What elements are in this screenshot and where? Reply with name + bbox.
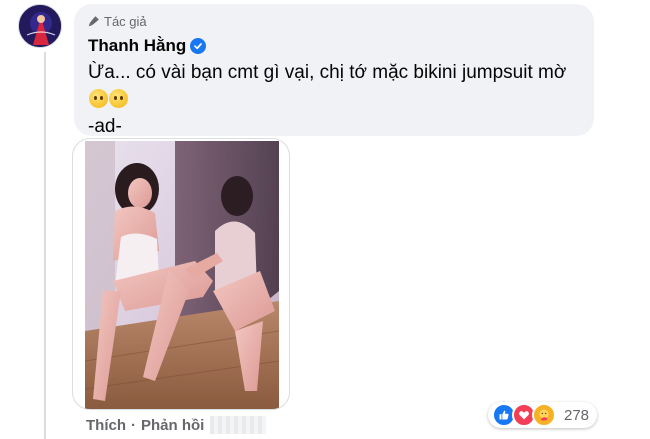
hushed-face-emoji bbox=[109, 89, 128, 108]
reactions-summary[interactable]: 278 bbox=[488, 402, 598, 428]
comment-text: Ừa... có vài bạn cmt gì vại, chị tớ mặc … bbox=[88, 62, 567, 83]
care-icon bbox=[532, 403, 556, 427]
avatar-image bbox=[19, 5, 61, 47]
comment-bubble: Tác giả Thanh Hằng Ừa... có vài bạn cmt … bbox=[74, 4, 594, 137]
comment-photo-attachment[interactable] bbox=[72, 138, 290, 410]
comment-actions: Thích · Phản hồi bbox=[86, 416, 267, 434]
like-link[interactable]: Thích bbox=[86, 417, 126, 434]
comment-thread: Tác giả Thanh Hằng Ừa... có vài bạn cmt … bbox=[0, 0, 650, 439]
timestamp-redacted bbox=[210, 416, 267, 434]
comment-signature: -ad- bbox=[88, 116, 122, 137]
author-badge-label: Tác giả bbox=[104, 13, 147, 29]
author-badge: Tác giả bbox=[88, 12, 582, 30]
comment-body: Ừa... có vài bạn cmt gì vại, chị tớ mặc … bbox=[88, 59, 582, 140]
thread-connector-line bbox=[44, 52, 46, 439]
author-name[interactable]: Thanh Hằng bbox=[88, 36, 186, 56]
microphone-icon bbox=[88, 16, 99, 27]
hushed-face-emoji bbox=[89, 89, 108, 108]
action-separator: · bbox=[131, 416, 136, 434]
reaction-count: 278 bbox=[564, 406, 590, 424]
avatar[interactable] bbox=[18, 4, 62, 48]
verified-badge-icon bbox=[190, 38, 207, 54]
attached-photo bbox=[85, 141, 279, 409]
reply-link[interactable]: Phản hồi bbox=[141, 417, 204, 434]
